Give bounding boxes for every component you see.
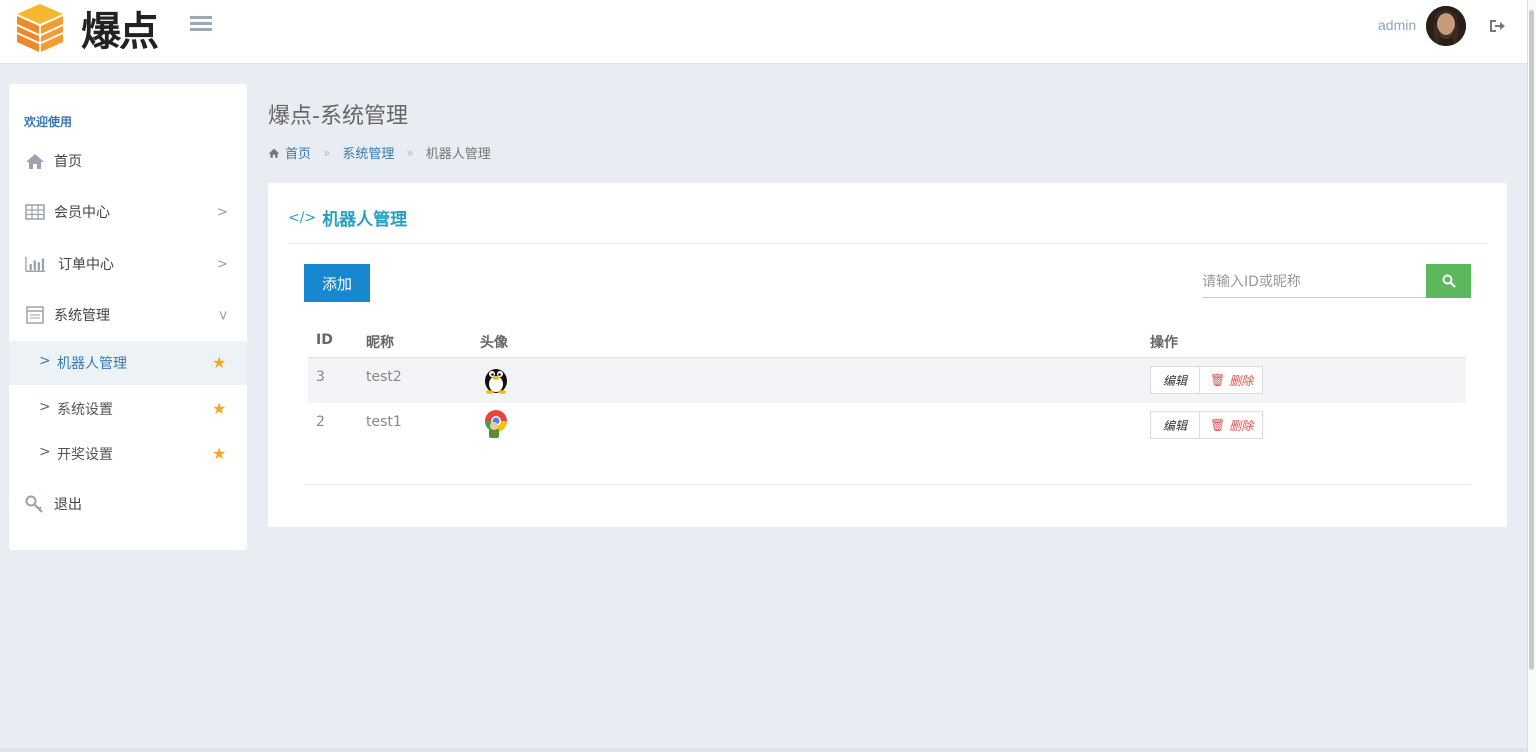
sidebar: 欢迎使用 首页 会员中心 > 订单中心 > 系统管理 > > 机器人管理 ★ >… bbox=[9, 84, 247, 550]
code-icon: </> bbox=[288, 209, 317, 226]
chevron-right-icon: > bbox=[217, 204, 228, 220]
robot-management-card: </> 机器人管理 添加 ID 昵称 头像 操作 3 test2 编辑 bbox=[268, 183, 1507, 527]
breadcrumb: 首页 » 系统管理 » 机器人管理 bbox=[268, 143, 491, 162]
breadcrumb-separator: » bbox=[323, 145, 331, 160]
sidebar-item-label: 系统管理 bbox=[54, 308, 110, 324]
user-name[interactable]: admin bbox=[1378, 17, 1416, 33]
bar-chart-icon bbox=[25, 256, 45, 272]
page-title: 爆点-系统管理 bbox=[268, 104, 408, 129]
breadcrumb-system[interactable]: 系统管理 bbox=[342, 143, 394, 162]
row-actions: 编辑 🗑 删除 bbox=[1150, 366, 1263, 394]
column-header-nickname[interactable]: 昵称 bbox=[366, 332, 394, 352]
sidebar-item-system[interactable]: 系统管理 > bbox=[9, 293, 247, 337]
star-icon: ★ bbox=[212, 444, 227, 463]
divider bbox=[304, 484, 1471, 485]
logo-cube-icon bbox=[16, 4, 64, 52]
chevron-right-icon: > bbox=[39, 399, 51, 415]
card-title-text: 机器人管理 bbox=[322, 210, 408, 230]
search-icon bbox=[1442, 274, 1456, 288]
breadcrumb-current: 机器人管理 bbox=[425, 147, 491, 162]
sidebar-item-label: 首页 bbox=[54, 154, 82, 170]
column-header-actions[interactable]: 操作 bbox=[1150, 332, 1178, 352]
star-icon: ★ bbox=[212, 353, 227, 372]
search-button[interactable] bbox=[1426, 264, 1471, 298]
chevron-down-icon: > bbox=[214, 309, 230, 321]
sidebar-item-label: 订单中心 bbox=[58, 257, 114, 273]
divider bbox=[288, 243, 1487, 244]
colorful-avatar-icon bbox=[485, 410, 507, 438]
chevron-right-icon: > bbox=[217, 256, 228, 272]
sidebar-subitem-lottery[interactable]: > 开奖设置 ★ bbox=[9, 432, 247, 476]
avatar[interactable] bbox=[1426, 6, 1466, 46]
card-title: </> 机器人管理 bbox=[288, 205, 408, 231]
sidebar-subitem-label: 机器人管理 bbox=[57, 356, 127, 372]
trash-icon: 🗑 bbox=[1210, 373, 1226, 387]
home-icon bbox=[268, 148, 280, 158]
horizontal-scrollbar[interactable] bbox=[0, 748, 1527, 752]
sidebar-item-members[interactable]: 会员中心 > bbox=[9, 190, 247, 234]
home-icon bbox=[26, 154, 44, 169]
sidebar-item-home[interactable]: 首页 bbox=[9, 139, 247, 183]
search-input[interactable] bbox=[1202, 266, 1426, 298]
delete-button[interactable]: 🗑 删除 bbox=[1200, 366, 1263, 394]
cell-id: 3 bbox=[316, 369, 325, 385]
table-row: 3 test2 编辑 🗑 删除 bbox=[308, 358, 1466, 403]
penguin-avatar-icon bbox=[485, 369, 507, 394]
delete-label: 删除 bbox=[1229, 373, 1254, 388]
cell-id: 2 bbox=[316, 414, 325, 430]
calendar-icon bbox=[26, 306, 44, 324]
sidebar-item-logout[interactable]: 退出 bbox=[9, 482, 247, 526]
edit-button[interactable]: 编辑 bbox=[1150, 366, 1200, 394]
sidebar-subitem-robot[interactable]: > 机器人管理 ★ bbox=[9, 341, 247, 385]
chevron-right-icon: > bbox=[39, 353, 51, 369]
menu-toggle-icon[interactable] bbox=[190, 16, 212, 34]
star-icon: ★ bbox=[212, 399, 227, 418]
trash-icon: 🗑 bbox=[1210, 418, 1226, 432]
sidebar-item-label: 退出 bbox=[54, 497, 82, 513]
add-button[interactable]: 添加 bbox=[304, 264, 370, 302]
cell-nickname: test1 bbox=[366, 414, 402, 430]
sidebar-subitem-label: 开奖设置 bbox=[57, 447, 113, 463]
table-icon bbox=[25, 204, 45, 220]
row-actions: 编辑 🗑 删除 bbox=[1150, 411, 1263, 439]
top-bar: 爆点 admin bbox=[0, 0, 1527, 64]
table-row: 2 test1 编辑 🗑 删除 bbox=[308, 403, 1466, 448]
logo-text: 爆点 bbox=[81, 9, 159, 55]
sidebar-item-label: 会员中心 bbox=[54, 205, 110, 221]
key-icon bbox=[25, 495, 43, 513]
delete-label: 删除 bbox=[1229, 418, 1254, 433]
sidebar-welcome: 欢迎使用 bbox=[24, 115, 73, 129]
edit-button[interactable]: 编辑 bbox=[1150, 411, 1200, 439]
chevron-right-icon: > bbox=[39, 444, 51, 460]
delete-button[interactable]: 🗑 删除 bbox=[1200, 411, 1263, 439]
column-header-id[interactable]: ID bbox=[316, 332, 333, 348]
breadcrumb-separator: » bbox=[406, 145, 414, 160]
column-header-avatar[interactable]: 头像 bbox=[480, 332, 508, 352]
cell-nickname: test2 bbox=[366, 369, 402, 385]
logout-icon[interactable] bbox=[1488, 17, 1506, 35]
breadcrumb-home[interactable]: 首页 bbox=[285, 143, 311, 162]
sidebar-subitem-settings[interactable]: > 系统设置 ★ bbox=[9, 387, 247, 431]
sidebar-subitem-label: 系统设置 bbox=[57, 402, 113, 418]
sidebar-item-orders[interactable]: 订单中心 > bbox=[9, 242, 247, 286]
scrollbar-thumb[interactable] bbox=[1529, 10, 1534, 670]
logo[interactable]: 爆点 bbox=[15, 0, 159, 56]
